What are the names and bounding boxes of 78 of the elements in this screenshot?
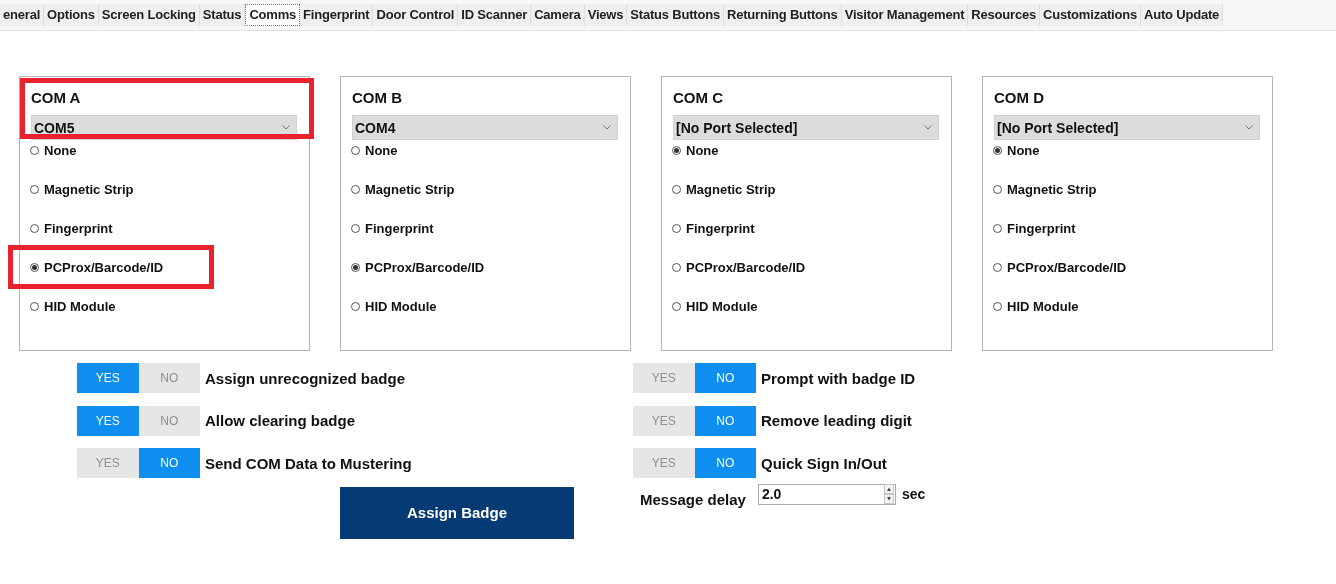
tab[interactable]: Resources bbox=[968, 4, 1041, 26]
tab[interactable]: Door Control bbox=[373, 4, 459, 26]
tab[interactable]: eneral bbox=[0, 4, 45, 26]
tab[interactable]: Customizations bbox=[1040, 4, 1141, 26]
radio-button[interactable] bbox=[993, 224, 1002, 233]
panel-title: COM B bbox=[352, 88, 402, 108]
radio-button[interactable] bbox=[351, 185, 360, 194]
radio-button[interactable] bbox=[351, 302, 360, 311]
option-label: None bbox=[1007, 143, 1040, 158]
option-label: None bbox=[365, 143, 398, 158]
panel-title: COM D bbox=[994, 88, 1044, 108]
toggle-label: Allow clearing badge bbox=[205, 412, 356, 429]
option-label: Magnetic Strip bbox=[686, 182, 776, 197]
caret-icon bbox=[282, 125, 290, 130]
radio-button[interactable] bbox=[672, 185, 681, 194]
port-dropdown[interactable]: [No Port Selected] bbox=[994, 115, 1260, 140]
option-label: HID Module bbox=[686, 299, 758, 314]
option-label: Magnetic Strip bbox=[44, 182, 134, 197]
radio-button[interactable] bbox=[30, 263, 39, 272]
message-delay-field[interactable]: 2.0 bbox=[757, 483, 896, 505]
radio-button[interactable] bbox=[993, 146, 1002, 155]
radio-button[interactable] bbox=[30, 185, 39, 194]
tab[interactable]: Visitor Management bbox=[841, 4, 969, 26]
tab[interactable]: ID Scanner bbox=[458, 4, 532, 26]
tab[interactable]: Options bbox=[44, 4, 99, 26]
caret-icon bbox=[1245, 125, 1253, 130]
radio-button[interactable] bbox=[30, 224, 39, 233]
radio-button[interactable] bbox=[351, 224, 360, 233]
spinner-arrows-icon[interactable] bbox=[883, 484, 894, 504]
option-label: HID Module bbox=[44, 299, 116, 314]
radio-button[interactable] bbox=[993, 263, 1002, 272]
option-label: PCProx/Barcode/ID bbox=[44, 260, 164, 275]
tab[interactable]: Fingerprint bbox=[300, 4, 374, 26]
tab[interactable]: Comms bbox=[245, 4, 301, 26]
option-label: PCProx/Barcode/ID bbox=[1007, 260, 1127, 275]
radio-button[interactable] bbox=[672, 263, 681, 272]
tab[interactable]: Status bbox=[199, 4, 246, 26]
option-label: PCProx/Barcode/ID bbox=[365, 260, 485, 275]
option-label: PCProx/Barcode/ID bbox=[686, 260, 806, 275]
tab[interactable]: Views bbox=[584, 4, 628, 26]
message-delay-label: Message delay bbox=[640, 490, 746, 508]
radio-button[interactable] bbox=[30, 146, 39, 155]
caret-icon bbox=[603, 125, 611, 130]
toggle-label: Quick Sign In/Out bbox=[761, 454, 887, 472]
option-label: None bbox=[44, 143, 77, 158]
tab[interactable]: Camera bbox=[531, 4, 585, 26]
tab[interactable]: Returning Buttons bbox=[723, 4, 842, 26]
option-label: Fingerprint bbox=[365, 221, 434, 236]
radio-button[interactable] bbox=[30, 302, 39, 311]
panel-title: COM A bbox=[31, 88, 81, 108]
option-label: Fingerprint bbox=[1007, 221, 1076, 236]
option-label: Fingerprint bbox=[686, 221, 755, 236]
port-dropdown[interactable]: [No Port Selected] bbox=[673, 115, 939, 140]
option-label: HID Module bbox=[1007, 299, 1079, 314]
toggle-label: Send COM Data to Mustering bbox=[205, 454, 412, 472]
radio-button[interactable] bbox=[993, 185, 1002, 194]
toggle-label: Prompt with badge ID bbox=[761, 369, 916, 387]
caret-icon bbox=[924, 125, 932, 130]
radio-button[interactable] bbox=[993, 302, 1002, 311]
option-label: HID Module bbox=[365, 299, 437, 314]
assign-badge-button[interactable]: Assign Badge bbox=[340, 486, 574, 539]
toggle-label: Assign unrecognized badge bbox=[205, 369, 406, 387]
option-label: Fingerprint bbox=[44, 221, 113, 236]
option-label: Magnetic Strip bbox=[365, 182, 455, 197]
panel-title: COM C bbox=[673, 88, 723, 108]
option-label: None bbox=[686, 143, 719, 158]
tab[interactable]: Status Buttons bbox=[627, 4, 724, 26]
radio-button[interactable] bbox=[672, 224, 681, 233]
seconds-unit-label: sec bbox=[901, 486, 926, 502]
option-label: Magnetic Strip bbox=[1007, 182, 1097, 197]
tab[interactable]: Auto Update bbox=[1141, 4, 1224, 26]
radio-button[interactable] bbox=[351, 263, 360, 272]
toggle-label: Remove leading digit bbox=[761, 412, 912, 429]
radio-button[interactable] bbox=[351, 146, 360, 155]
radio-button[interactable] bbox=[672, 146, 681, 155]
radio-button[interactable] bbox=[672, 302, 681, 311]
port-dropdown[interactable]: COM4 bbox=[352, 115, 618, 140]
tab[interactable]: Screen Locking bbox=[98, 4, 200, 26]
